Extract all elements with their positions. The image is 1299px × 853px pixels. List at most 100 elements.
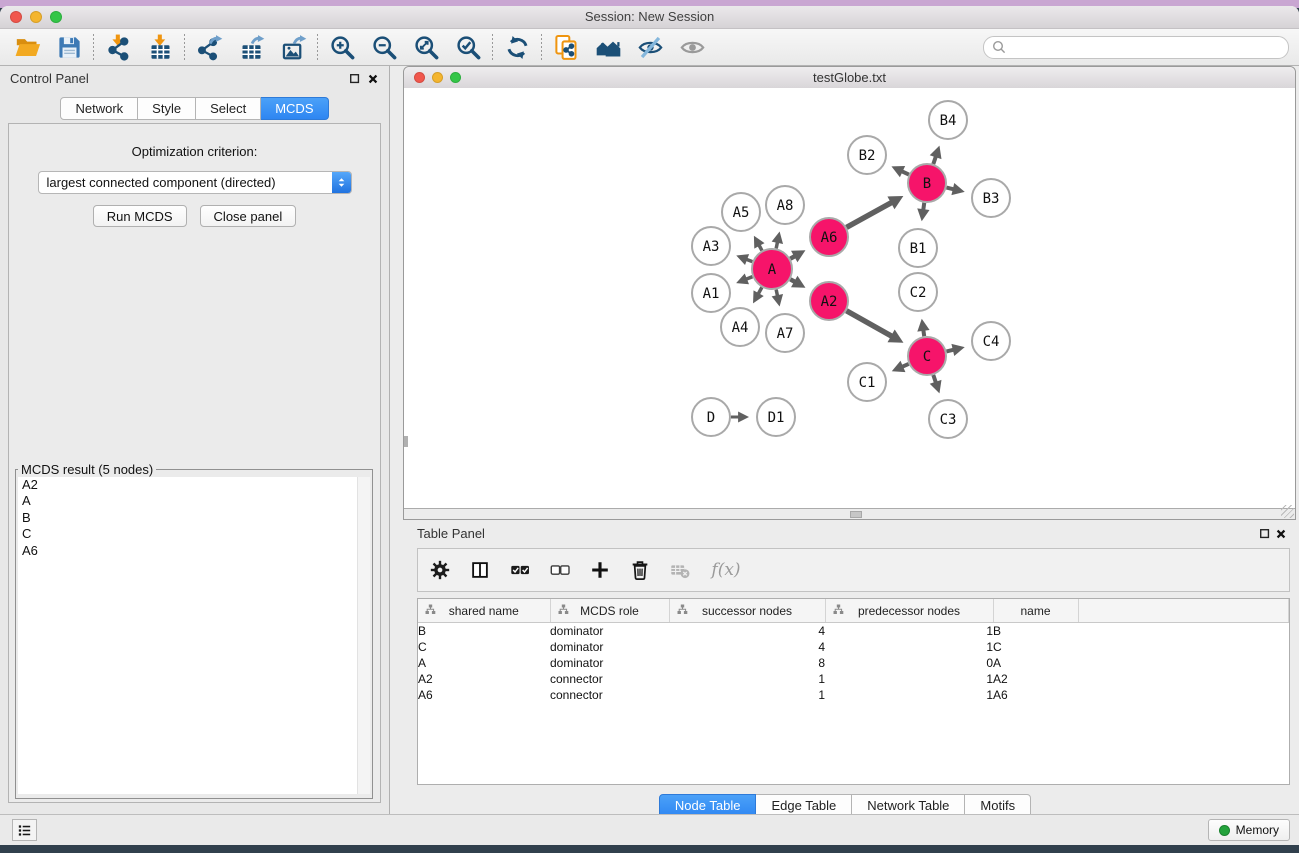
table-cell[interactable]: 1 <box>825 623 993 640</box>
zoom-out-button[interactable] <box>363 32 405 63</box>
open-session-button[interactable] <box>6 32 48 63</box>
show-columns-button[interactable] <box>468 558 492 582</box>
table-cell[interactable]: connector <box>550 687 669 703</box>
import-table-button[interactable] <box>139 32 181 63</box>
table-cell[interactable]: 1 <box>825 671 993 687</box>
delete-column-button[interactable] <box>628 558 652 582</box>
network-close-button[interactable] <box>414 72 425 83</box>
table-cell[interactable]: B <box>993 623 1078 640</box>
network-resize-grip[interactable] <box>1281 505 1294 518</box>
task-history-button[interactable] <box>12 819 37 841</box>
zoom-fit-button[interactable] <box>405 32 447 63</box>
table-cell[interactable]: 8 <box>669 655 825 671</box>
desktop: Session: New Session Control Panel Netwo… <box>0 0 1299 853</box>
export-image-button[interactable] <box>272 32 314 63</box>
create-column-button[interactable] <box>588 558 612 582</box>
show-panel-button[interactable] <box>671 32 713 63</box>
network-maximize-button[interactable] <box>450 72 461 83</box>
network-vertical-scrollbar[interactable] <box>404 436 408 447</box>
run-mcds-button[interactable]: Run MCDS <box>93 205 187 227</box>
mcds-result-item[interactable]: A6 <box>18 543 370 559</box>
export-table-button[interactable] <box>230 32 272 63</box>
table-cell[interactable]: C <box>418 639 550 655</box>
column-header-predecessor-nodes[interactable]: predecessor nodes <box>825 599 993 623</box>
table-header-row: shared nameMCDS rolesuccessor nodesprede… <box>418 599 1289 623</box>
column-header-successor-nodes[interactable]: successor nodes <box>669 599 825 623</box>
export-network-button[interactable] <box>188 32 230 63</box>
table-cell[interactable]: 1 <box>669 687 825 703</box>
table-row[interactable]: A2connector11A2 <box>418 671 1289 687</box>
column-header-name[interactable]: name <box>993 599 1078 623</box>
graph-node-label-A5: A5 <box>733 205 750 221</box>
hide-panel-button[interactable] <box>629 32 671 63</box>
result-list-scrollbar[interactable] <box>357 477 370 794</box>
table-row[interactable]: A6connector11A6 <box>418 687 1289 703</box>
uncheck-all-icon <box>549 559 571 581</box>
table-row[interactable]: Adominator80A <box>418 655 1289 671</box>
table-cell[interactable]: 4 <box>669 639 825 655</box>
import-network-button[interactable] <box>97 32 139 63</box>
table-cell[interactable]: A <box>993 655 1078 671</box>
table-cell[interactable]: 1 <box>669 671 825 687</box>
table-cell[interactable]: C <box>993 639 1078 655</box>
unselect-all-columns-button[interactable] <box>548 558 572 582</box>
save-floppy-icon <box>56 34 83 61</box>
import-network-icon <box>105 34 132 61</box>
home-button[interactable] <box>587 32 629 63</box>
close-panel-button[interactable]: Close panel <box>200 205 297 227</box>
zoom-selected-button[interactable] <box>447 32 489 63</box>
refresh-button[interactable] <box>496 32 538 63</box>
close-table-panel-icon[interactable] <box>1275 528 1287 540</box>
graph-edge-arrowhead <box>951 344 964 356</box>
shared-column-icon <box>558 604 569 615</box>
float-panel-icon[interactable] <box>349 73 361 85</box>
table-cell[interactable]: dominator <box>550 639 669 655</box>
mcds-actions: Run MCDS Close panel <box>9 205 380 227</box>
close-panel-icon[interactable] <box>367 73 379 85</box>
table-cell[interactable]: B <box>418 623 550 640</box>
table-cell[interactable]: dominator <box>550 623 669 640</box>
table-cell[interactable]: connector <box>550 671 669 687</box>
mcds-result-item[interactable]: A <box>18 493 370 509</box>
table-cell[interactable]: A <box>418 655 550 671</box>
network-horizontal-scrollbar[interactable] <box>850 511 862 518</box>
table-cell[interactable]: A2 <box>418 671 550 687</box>
check-all-icon <box>509 559 531 581</box>
table-cell[interactable]: A2 <box>993 671 1078 687</box>
zoom-in-button[interactable] <box>321 32 363 63</box>
mcds-result-group: MCDS result (5 nodes) A2ABCA6 <box>15 462 373 799</box>
table-cell[interactable]: 1 <box>825 687 993 703</box>
mcds-result-item[interactable]: A2 <box>18 477 370 493</box>
table-row[interactable]: Cdominator41C <box>418 639 1289 655</box>
table-cell[interactable]: 1 <box>825 639 993 655</box>
mcds-result-item[interactable]: B <box>18 510 370 526</box>
network-canvas[interactable]: AA1A2A3A4A5A6A7A8BB1B2B3B4CC1C2C3C4DD1 <box>404 88 1295 509</box>
table-cell[interactable]: A6 <box>418 687 550 703</box>
column-header-shared-name[interactable]: shared name <box>418 599 550 623</box>
table-cell[interactable]: dominator <box>550 655 669 671</box>
graph-edge-C-C1 <box>902 364 909 367</box>
search-input[interactable] <box>1010 38 1288 57</box>
select-all-columns-button[interactable] <box>508 558 532 582</box>
network-minimize-button[interactable] <box>432 72 443 83</box>
memory-button[interactable]: Memory <box>1208 819 1290 841</box>
tab-network[interactable]: Network <box>60 97 138 120</box>
tab-mcds[interactable]: MCDS <box>261 97 328 120</box>
tab-select[interactable]: Select <box>196 97 261 120</box>
graph-edge-B-B4 <box>933 156 936 164</box>
network-snapshot-button[interactable] <box>545 32 587 63</box>
table-cell[interactable]: 4 <box>669 623 825 640</box>
table-toolbar: f(x) <box>417 548 1290 592</box>
table-cell[interactable]: 0 <box>825 655 993 671</box>
table-settings-button[interactable] <box>428 558 452 582</box>
table-cell[interactable]: A6 <box>993 687 1078 703</box>
column-header-MCDS-role[interactable]: MCDS role <box>550 599 669 623</box>
tab-style[interactable]: Style <box>138 97 196 120</box>
float-table-panel-icon[interactable] <box>1259 528 1271 540</box>
graph-node-label-D1: D1 <box>768 410 785 426</box>
table-row[interactable]: Bdominator41B <box>418 623 1289 640</box>
save-session-button[interactable] <box>48 32 90 63</box>
table-cell-empty <box>1078 671 1289 687</box>
criterion-dropdown[interactable]: largest connected component (directed) <box>38 171 352 194</box>
mcds-result-item[interactable]: C <box>18 526 370 542</box>
